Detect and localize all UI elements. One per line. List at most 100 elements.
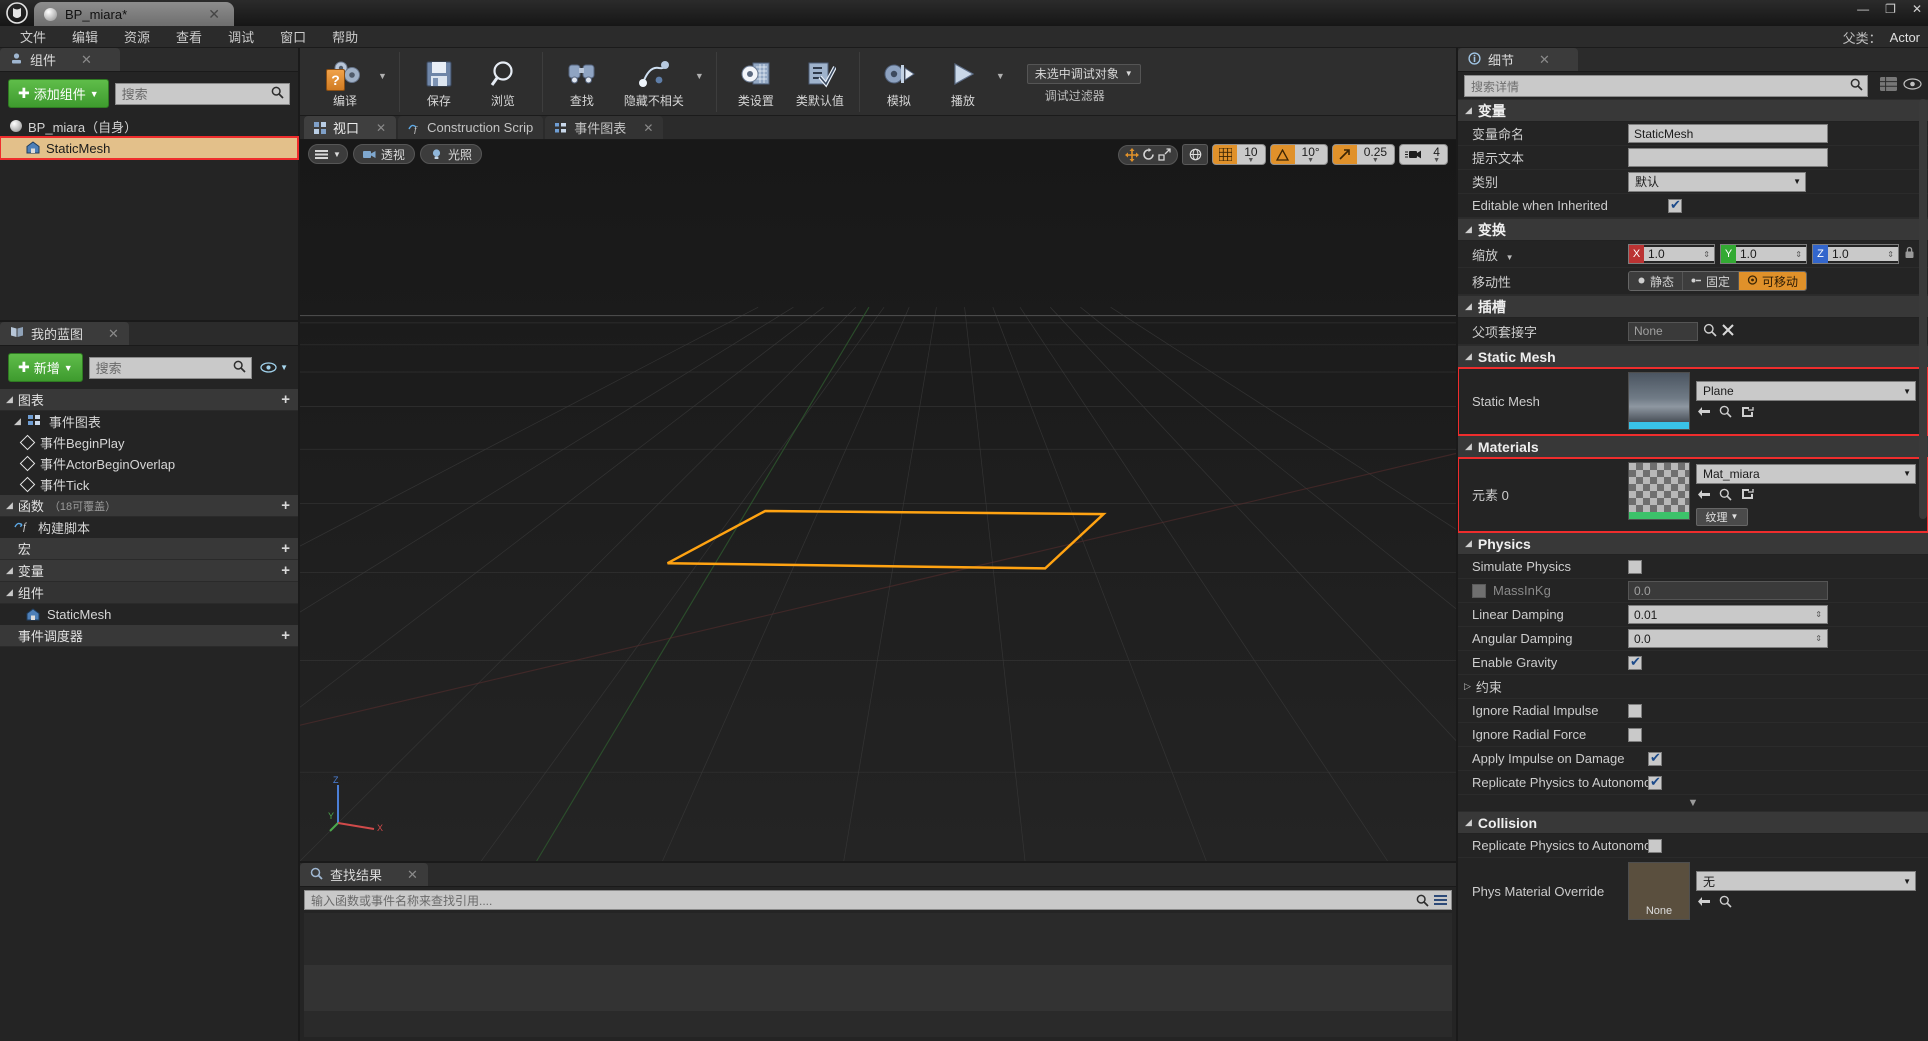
section-components[interactable]: ◢ 组件	[0, 582, 298, 604]
ignore-radial-force-checkbox[interactable]	[1628, 727, 1642, 742]
tab-find-results[interactable]: 查找结果 ✕	[300, 863, 428, 886]
spinner-icon[interactable]: ⇕	[1887, 250, 1894, 259]
menu-item-window[interactable]: 窗口	[268, 25, 318, 48]
tooltip-text-input[interactable]	[1628, 148, 1828, 167]
compile-button[interactable]: ? 编译	[314, 52, 376, 109]
menu-item-help[interactable]: 帮助	[320, 25, 370, 48]
add-macro-button[interactable]: +	[281, 540, 290, 557]
spinner-icon[interactable]: ⇕	[1815, 634, 1822, 643]
bp-item-event-graph[interactable]: ◢ 事件图表	[0, 411, 298, 432]
component-row-staticmesh[interactable]: StaticMesh	[0, 136, 299, 160]
triangle-right-icon[interactable]: ▷	[1464, 681, 1471, 692]
tab-viewport[interactable]: 视口 ✕	[304, 116, 397, 139]
maximize-button[interactable]: ❐	[1885, 2, 1896, 16]
add-variable-button[interactable]: +	[281, 562, 290, 579]
search-icon[interactable]	[271, 86, 284, 102]
details-search-input[interactable]: 搜索详情	[1464, 75, 1868, 97]
add-graph-button[interactable]: +	[281, 391, 290, 408]
hide-unrelated-button[interactable]: 隐藏不相关	[615, 52, 693, 109]
browse-icon[interactable]	[1718, 488, 1733, 504]
close-icon[interactable]: ✕	[376, 121, 386, 135]
close-icon[interactable]: ✕	[1539, 52, 1550, 68]
browse-icon[interactable]	[1703, 323, 1717, 340]
class-defaults-button[interactable]: 类默认值	[789, 52, 851, 109]
parent-socket-input[interactable]: None	[1628, 321, 1698, 341]
mobility-movable[interactable]: 可移动	[1739, 272, 1807, 290]
chevron-down-icon[interactable]: ▼	[996, 71, 1009, 93]
simulate-physics-checkbox[interactable]	[1628, 559, 1642, 574]
close-icon[interactable]: ✕	[407, 867, 418, 883]
bp-item-staticmesh-var[interactable]: StaticMesh	[0, 604, 298, 625]
browse-button[interactable]: 浏览	[472, 52, 534, 109]
phys-material-select[interactable]: 无 ▼	[1696, 871, 1916, 891]
add-function-button[interactable]: +	[281, 497, 290, 514]
bp-item-construction-script[interactable]: f 构建脚本	[0, 517, 298, 538]
use-selected-icon[interactable]	[1740, 406, 1755, 421]
scale-y-field[interactable]: Y 1.0 ⇕	[1720, 244, 1807, 264]
mobility-static[interactable]: 静态	[1629, 272, 1684, 290]
material-select[interactable]: Mat_miara ▼	[1696, 463, 1916, 484]
category-socket[interactable]: ◢ 插槽	[1458, 295, 1928, 318]
angular-damping-input[interactable]: 0.0 ⇕	[1628, 629, 1828, 648]
menu-item-asset[interactable]: 资源	[112, 25, 162, 48]
search-icon[interactable]	[233, 360, 246, 376]
viewport-perspective-button[interactable]: 透视	[352, 144, 415, 164]
replicate-physics-autonomous-checkbox[interactable]	[1648, 774, 1662, 790]
play-button[interactable]: 播放	[932, 52, 994, 109]
spinner-icon[interactable]: ⇕	[1795, 250, 1802, 259]
simulate-button[interactable]: 模拟	[868, 52, 930, 109]
bp-item-tick[interactable]: 事件Tick	[0, 474, 298, 495]
linear-damping-input[interactable]: 0.01 ⇕	[1628, 605, 1828, 624]
app-close-button[interactable]: ✕	[1912, 2, 1922, 16]
browse-icon[interactable]	[1718, 405, 1733, 421]
component-row-self[interactable]: BP_miara（自身）	[0, 115, 298, 137]
add-new-button[interactable]: ✚ 新增 ▼	[8, 353, 83, 382]
debug-filter-label[interactable]: 调试过滤器	[1027, 87, 1141, 104]
massinkg-override-checkbox[interactable]	[1472, 583, 1486, 598]
category-static-mesh[interactable]: ◢ Static Mesh	[1458, 345, 1928, 368]
back-arrow-icon[interactable]	[1696, 489, 1711, 503]
tab-event-graph[interactable]: 事件图表 ✕	[545, 116, 664, 139]
category-variable[interactable]: ◢ 变量	[1458, 99, 1928, 122]
tab-my-blueprint[interactable]: 我的蓝图 ✕	[0, 322, 129, 345]
use-selected-icon[interactable]	[1740, 488, 1755, 503]
close-icon[interactable]: ✕	[81, 52, 92, 68]
tab-components[interactable]: 组件 ✕	[0, 48, 120, 71]
category-physics[interactable]: ◢ Physics	[1458, 532, 1928, 555]
category-transform[interactable]: ◢ 变换	[1458, 218, 1928, 241]
add-dispatcher-button[interactable]: +	[281, 627, 290, 644]
grid-view-icon[interactable]	[1880, 77, 1897, 94]
eye-icon[interactable]	[1903, 78, 1922, 93]
menu-item-file[interactable]: 文件	[8, 25, 58, 48]
class-settings-button[interactable]: 类设置	[725, 52, 787, 109]
details-scrollbar[interactable]	[1919, 99, 1927, 519]
find-results-list[interactable]	[304, 913, 1452, 1037]
scroll-more-indicator[interactable]: ▼	[1458, 795, 1928, 811]
scale-z-field[interactable]: Z 1.0 ⇕	[1812, 244, 1899, 264]
scale-x-field[interactable]: X 1.0 ⇕	[1628, 244, 1715, 264]
components-search-input[interactable]: 搜索	[114, 82, 290, 105]
material-thumbnail[interactable]	[1628, 462, 1690, 520]
parent-class-value[interactable]: Actor	[1890, 30, 1920, 45]
category-materials[interactable]: ◢ Materials	[1458, 435, 1928, 458]
add-component-button[interactable]: ✚ 添加组件 ▼	[8, 79, 109, 108]
section-macros[interactable]: ◢ 宏 +	[0, 538, 298, 560]
viewport[interactable]: ▼ 透视 光照 10 ▼ 10° ▼ 0.25 ▼ 4 ▼ Z X Y	[300, 140, 1456, 861]
clear-icon[interactable]	[1722, 323, 1734, 339]
find-button[interactable]: 查找	[551, 52, 613, 109]
section-graphs[interactable]: ◢ 图表 +	[0, 389, 298, 411]
chevron-down-icon[interactable]: ▼	[1506, 253, 1514, 262]
category-collision[interactable]: ◢ Collision	[1458, 811, 1928, 834]
browse-icon[interactable]	[1718, 895, 1733, 911]
section-variables[interactable]: ◢ 变量 +	[0, 560, 298, 582]
variable-name-input[interactable]: StaticMesh	[1628, 124, 1828, 143]
section-event-dispatchers[interactable]: ◢ 事件调度器 +	[0, 625, 298, 647]
tab-construction-script[interactable]: f Construction Scrip	[398, 116, 544, 139]
debug-object-select[interactable]: 未选中调试对象 ▼	[1026, 63, 1141, 84]
menu-item-edit[interactable]: 编辑	[60, 25, 110, 48]
bp-item-beginplay[interactable]: 事件BeginPlay	[0, 432, 298, 453]
enable-gravity-checkbox[interactable]	[1628, 654, 1642, 670]
search-icon[interactable]	[1850, 78, 1863, 94]
save-button[interactable]: 保存	[408, 52, 470, 109]
bp-item-actorbeginoverlap[interactable]: 事件ActorBeginOverlap	[0, 453, 298, 474]
